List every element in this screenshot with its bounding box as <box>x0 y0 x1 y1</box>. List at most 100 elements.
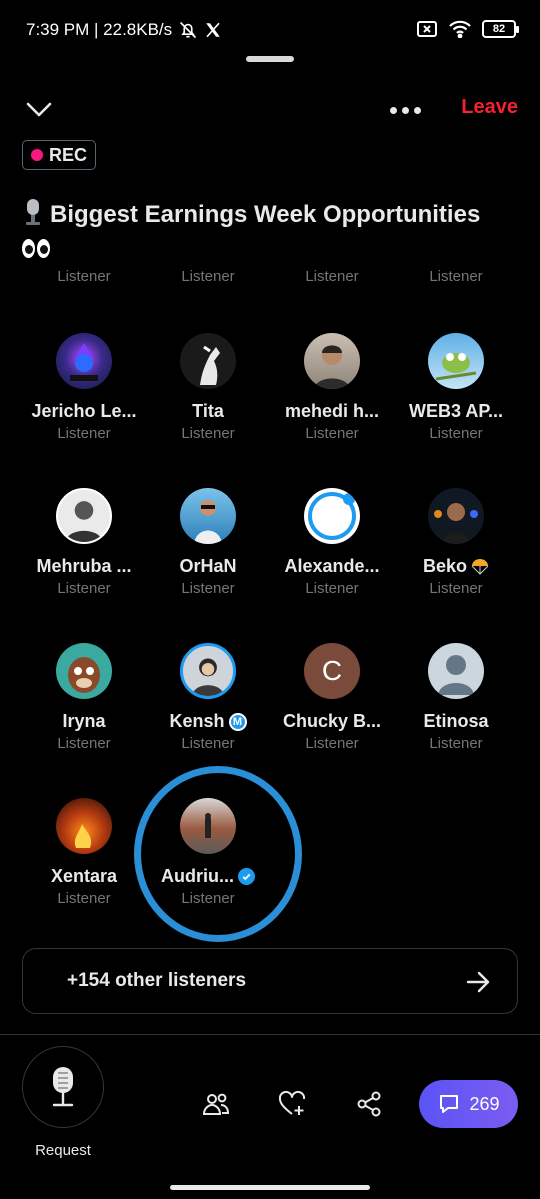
participant[interactable]: Tita Listener <box>146 333 270 442</box>
avatar-letter: C <box>321 655 343 686</box>
participant-role: Listener <box>305 580 359 597</box>
participant[interactable]: WEB3 AP... Listener <box>394 333 518 442</box>
avatar <box>428 333 484 389</box>
chat-bubble-icon <box>440 1095 459 1113</box>
participant[interactable]: OrHaN Listener <box>146 488 270 597</box>
microphone-icon <box>52 1067 74 1107</box>
participant-role: Listener <box>57 735 111 752</box>
chevron-down-icon[interactable] <box>24 94 54 124</box>
participant-role: Listener <box>305 735 359 752</box>
participant-role: Listener <box>57 890 111 907</box>
participant-role: Listener <box>181 890 235 907</box>
participant-name: OrHaN <box>179 556 237 576</box>
participant-name: Alexande... <box>284 556 380 576</box>
other-listeners-label: +154 other listeners <box>67 970 247 991</box>
participant-name: Kensh M <box>146 711 270 732</box>
participant-name: Chucky B... <box>282 711 382 731</box>
participant[interactable]: C Chucky B... Listener <box>270 643 394 752</box>
participant-name: Tita <box>192 401 224 421</box>
bell-off-icon <box>180 21 197 39</box>
participant[interactable]: Kensh M Listener <box>146 643 270 752</box>
status-bar: 7:39 PM | 22.8KB/s 82 <box>0 0 540 60</box>
participant[interactable]: Audriu... Listener <box>146 798 270 907</box>
people-icon[interactable] <box>202 1090 230 1118</box>
grab-handle[interactable] <box>246 56 294 62</box>
rec-label: REC <box>49 144 88 165</box>
clipped-role: Listener <box>429 270 483 285</box>
participant[interactable]: Mehruba ... Listener <box>22 488 146 597</box>
participant-role: Listener <box>429 425 483 442</box>
x-logo-icon <box>206 22 220 38</box>
participant-name: Jericho Le... <box>31 401 137 421</box>
request-label: Request <box>35 1142 91 1159</box>
space-title-text: Biggest Earnings Week Opportunities <box>50 201 481 228</box>
avatar <box>304 333 360 389</box>
participant[interactable]: Iryna Listener <box>22 643 146 752</box>
participant-name: WEB3 AP... <box>408 401 504 421</box>
participant-role: Listener <box>181 425 235 442</box>
other-listeners-button[interactable]: +154 other listeners <box>22 948 518 1014</box>
leave-button[interactable]: Leave <box>461 96 518 119</box>
participant[interactable]: Beko Listener <box>394 488 518 597</box>
avatar <box>180 488 236 544</box>
share-icon[interactable] <box>355 1090 383 1118</box>
avatar <box>56 798 112 854</box>
avatar <box>56 643 112 699</box>
more-options-button[interactable] <box>390 98 426 122</box>
participant[interactable]: Xentara Listener <box>22 798 146 907</box>
status-time: 7:39 PM | 22.8KB/s <box>26 20 173 39</box>
clipped-role: Listener <box>181 270 235 285</box>
participant-name: mehedi h... <box>284 401 380 421</box>
verified-badge-icon <box>238 868 255 885</box>
space-title: Biggest Earnings Week Opportunities <box>22 198 522 266</box>
participant-name: Xentara <box>50 866 118 886</box>
participant-name: Etinosa <box>423 711 489 731</box>
participant-role: Listener <box>429 735 483 752</box>
participants-grid: Listener Listener Listener Listener Jeri… <box>0 270 540 940</box>
participant[interactable]: mehedi h... Listener <box>270 333 394 442</box>
participant-role: Listener <box>429 580 483 597</box>
clipped-role: Listener <box>57 270 111 285</box>
rec-badge: REC <box>22 140 97 170</box>
rec-dot-icon <box>31 149 43 161</box>
participant-role: Listener <box>181 735 235 752</box>
avatar <box>56 488 112 544</box>
participant-role: Listener <box>305 425 359 442</box>
more-dot <box>402 106 409 114</box>
participant-role: Listener <box>181 580 235 597</box>
participant[interactable]: Alexande... Listener <box>270 488 394 597</box>
participant-role: Listener <box>57 580 111 597</box>
arrow-right-icon <box>466 971 490 993</box>
chat-count: 269 <box>469 1093 500 1114</box>
status-right: 82 <box>416 20 519 38</box>
parachute-emoji-icon <box>471 558 489 575</box>
avatar <box>428 488 484 544</box>
participant-role: Listener <box>57 425 111 442</box>
home-indicator[interactable] <box>170 1185 370 1190</box>
microphone-emoji-icon <box>26 199 40 225</box>
avatar: C <box>304 643 360 699</box>
status-left: 7:39 PM | 22.8KB/s <box>26 20 222 40</box>
participant-name: Mehruba ... <box>36 556 132 576</box>
wifi-icon <box>449 20 471 38</box>
participant-name: Audriu... <box>146 866 270 887</box>
more-dot <box>390 106 397 114</box>
avatar <box>304 488 360 544</box>
request-mic-button[interactable] <box>22 1046 104 1128</box>
heart-plus-icon[interactable] <box>278 1090 306 1118</box>
participant-name: Iryna <box>62 711 106 731</box>
participant[interactable]: Etinosa Listener <box>394 643 518 752</box>
participant-name: Beko <box>394 556 518 577</box>
chat-button[interactable]: 269 <box>419 1080 518 1128</box>
more-dot <box>414 106 421 114</box>
m-badge-icon: M <box>228 712 247 731</box>
clipped-row: Listener Listener Listener Listener <box>0 270 540 288</box>
top-bar: Leave <box>0 90 540 130</box>
avatar <box>180 643 236 699</box>
divider <box>0 1034 540 1035</box>
sim-off-icon <box>417 21 437 37</box>
clipped-role: Listener <box>305 270 359 285</box>
avatar <box>56 333 112 389</box>
participant[interactable]: Jericho Le... Listener <box>22 333 146 442</box>
avatar <box>180 798 236 854</box>
